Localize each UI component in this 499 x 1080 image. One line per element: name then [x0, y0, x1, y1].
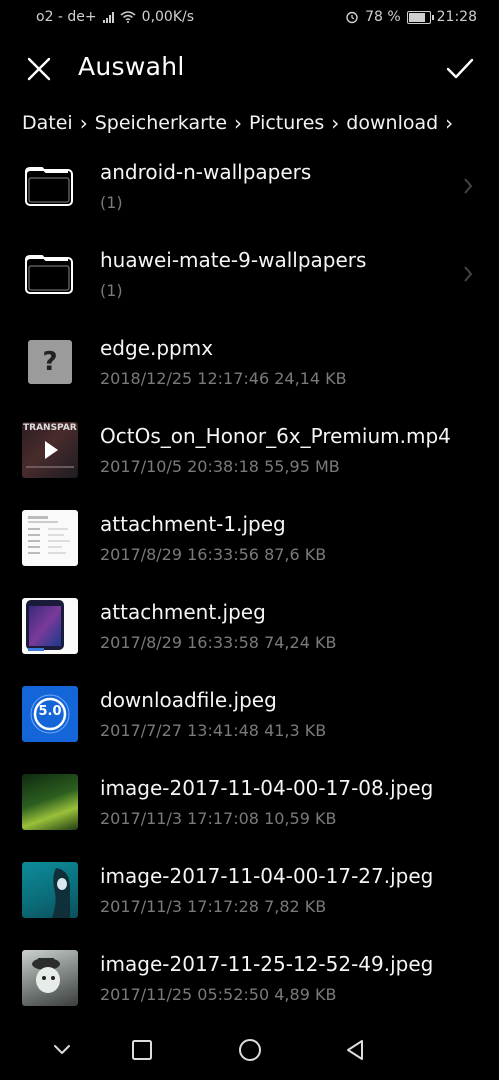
battery-percent: 78 % [365, 9, 401, 25]
clock: 21:28 [436, 9, 477, 25]
file-name: attachment.jpeg [100, 600, 266, 624]
file-meta: 2017/7/27 13:41:48 41,3 KB [100, 721, 327, 740]
file-name: OctOs_on_Honor_6x_Premium.mp4 [100, 424, 451, 448]
breadcrumb-item-download[interactable]: download [346, 112, 438, 134]
status-right: 78 % 21:28 [345, 9, 477, 25]
list-item[interactable]: 5.0 downloadfile.jpeg 2017/7/27 13:41:48… [0, 670, 499, 758]
signal-icon [102, 11, 114, 23]
page-title: Auswahl [78, 52, 185, 81]
file-list: android-n-wallpapers (1) huawei-mate-9-w… [0, 142, 499, 1022]
file-name: huawei-mate-9-wallpapers [100, 248, 367, 272]
list-item[interactable]: attachment-1.jpeg 2017/8/29 16:33:56 87,… [0, 494, 499, 582]
list-item[interactable]: android-n-wallpapers (1) [0, 142, 499, 230]
file-name: attachment-1.jpeg [100, 512, 286, 536]
breadcrumb-item-datei[interactable]: Datei [22, 112, 73, 134]
list-item[interactable]: TRANSPAR OctOs_on_Honor_6x_Premium.mp4 2… [0, 406, 499, 494]
file-name: downloadfile.jpeg [100, 688, 277, 712]
image-thumbnail [22, 774, 78, 830]
image-thumbnail [22, 950, 78, 1006]
unknown-file-icon: ? [28, 340, 72, 384]
chevron-down-icon[interactable] [48, 1036, 76, 1064]
file-name: edge.ppmx [100, 336, 214, 360]
file-meta: 2017/8/29 16:33:56 87,6 KB [100, 545, 327, 564]
file-meta: 2017/11/25 05:52:50 4,89 KB [100, 985, 337, 1004]
list-item[interactable]: image-2017-11-04-00-17-27.jpeg 2017/11/3… [0, 846, 499, 934]
status-bar: o2 - de+ 0,00K/s 78 % 21:28 [0, 0, 499, 36]
check-icon[interactable] [443, 52, 477, 86]
file-meta: 2017/11/3 17:17:28 7,82 KB [100, 897, 327, 916]
image-thumbnail: 5.0 [22, 686, 78, 742]
header: Auswahl [0, 36, 499, 100]
video-thumbnail: TRANSPAR [22, 422, 78, 478]
badge-text: 5.0 [38, 704, 62, 719]
file-name: image-2017-11-04-00-17-08.jpeg [100, 776, 434, 800]
folder-icon [25, 167, 73, 206]
list-item[interactable]: image-2017-11-25-12-52-49.jpeg 2017/11/2… [0, 934, 499, 1022]
navigation-bar [0, 1020, 499, 1080]
breadcrumb-item-speicherkarte[interactable]: Speicherkarte [95, 112, 227, 134]
image-thumbnail [22, 862, 78, 918]
breadcrumb: Datei › Speicherkarte › Pictures › downl… [22, 106, 499, 140]
file-name: image-2017-11-25-12-52-49.jpeg [100, 952, 434, 976]
file-meta: 2017/10/5 20:38:18 55,95 MB [100, 457, 340, 476]
network-speed: 0,00K/s [141, 9, 195, 25]
play-icon [26, 441, 74, 468]
list-item[interactable]: attachment.jpeg 2017/8/29 16:33:58 74,24… [0, 582, 499, 670]
image-thumbnail [22, 510, 78, 566]
file-meta: 2017/11/3 17:17:08 10,59 KB [100, 809, 337, 828]
folder-icon [25, 255, 73, 294]
file-meta: 2018/12/25 12:17:46 24,14 KB [100, 369, 347, 388]
file-name: android-n-wallpapers [100, 160, 312, 184]
alarm-icon [346, 11, 358, 24]
status-left: o2 - de+ 0,00K/s [36, 9, 194, 25]
carrier-label: o2 - de+ [36, 9, 97, 25]
file-name: image-2017-11-04-00-17-27.jpeg [100, 864, 434, 888]
battery-icon [406, 10, 434, 24]
chevron-right-icon: › [234, 111, 243, 135]
image-thumbnail [22, 598, 78, 654]
close-icon[interactable] [22, 52, 56, 86]
back-icon[interactable] [341, 1036, 369, 1064]
file-meta: (1) [100, 281, 123, 300]
file-meta: (1) [100, 193, 123, 212]
chevron-right-icon [464, 178, 473, 194]
list-item[interactable]: huawei-mate-9-wallpapers (1) [0, 230, 499, 318]
file-meta: 2017/8/29 16:33:58 74,24 KB [100, 633, 337, 652]
chevron-right-icon: › [445, 111, 454, 135]
list-item[interactable]: image-2017-11-04-00-17-08.jpeg 2017/11/3… [0, 758, 499, 846]
chevron-right-icon: › [331, 111, 340, 135]
chevron-right-icon [464, 266, 473, 282]
breadcrumb-item-pictures[interactable]: Pictures [249, 112, 324, 134]
chevron-right-icon: › [79, 111, 88, 135]
home-icon[interactable] [236, 1036, 264, 1064]
recent-apps-icon[interactable] [128, 1036, 156, 1064]
wifi-icon [120, 11, 136, 23]
list-item[interactable]: ? edge.ppmx 2018/12/25 12:17:46 24,14 KB [0, 318, 499, 406]
